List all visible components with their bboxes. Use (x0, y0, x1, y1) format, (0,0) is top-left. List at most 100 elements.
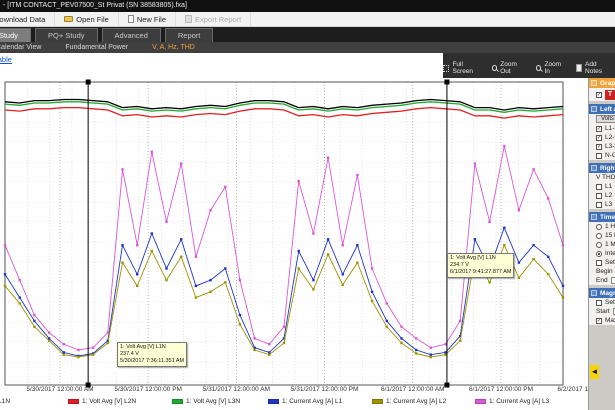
x-tick-label: 6/1/2017 12:00:00 PM (456, 386, 546, 393)
series-1 (5, 108, 563, 119)
panel-icon (591, 106, 597, 112)
full-screen-button[interactable]: Full Screen (443, 61, 482, 75)
sidebar-option-set-time[interactable]: Set Time (589, 258, 615, 267)
add-notes-button[interactable]: Add Notes (576, 61, 612, 75)
radio-button[interactable] (596, 224, 602, 230)
legend-swatch (172, 399, 183, 404)
sidebar-header-graph[interactable]: Graph (589, 78, 615, 88)
submenu-calendar-view[interactable]: Calendar View (0, 44, 53, 51)
sidebar-header-left-axis[interactable]: Left Axis (589, 104, 615, 114)
sidebar-option-l2-n[interactable]: ✓L2-N (589, 133, 615, 142)
checkbox[interactable]: ✓ (596, 126, 602, 132)
sidebar-option-l3[interactable]: L3 (589, 200, 615, 209)
sidebar-option-l1[interactable]: L1 (589, 182, 615, 191)
legend-label: 1: Volt Avg [V] L2N (82, 398, 136, 405)
sidebar-header-label: Left Axis (600, 106, 615, 113)
cursor-annotation-line: 234.7 V (450, 262, 511, 269)
sidebar-option-1-hour[interactable]: 1 Hour (589, 222, 615, 231)
sidebar-header-right-axis[interactable]: Right Axis (589, 163, 615, 173)
field-label: Begin (596, 268, 613, 275)
cursor-annotation-2[interactable]: 1: Volt Avg [V] L1N234.7 V6/1/2017 9:41:… (447, 253, 514, 278)
legend-item-1: 1: Volt Avg [V] L2N (68, 398, 136, 405)
sidebar-option-n-g[interactable]: N-G (589, 151, 615, 160)
add-notes-icon (576, 64, 582, 72)
checkbox[interactable] (596, 202, 602, 208)
panel-icon (591, 214, 597, 220)
template-checkbox[interactable]: ✓ (596, 92, 602, 98)
sidebar-template-row: ✓T (589, 88, 615, 101)
sidebar-option-l1-n[interactable]: ✓L1-N (589, 124, 615, 133)
checkbox[interactable] (596, 193, 602, 199)
new-file-button[interactable]: New File (119, 12, 176, 27)
option-label: L1 (605, 183, 612, 190)
window-title: - [ITM CONTACT_PEV07500_St Privat (SN 38… (3, 2, 187, 9)
sidebar-option-l2[interactable]: L2 (589, 191, 615, 200)
open-file-icon (64, 16, 73, 22)
zoom-in-button[interactable]: Zoom In (536, 61, 566, 75)
field-label: End (596, 277, 608, 284)
checkbox[interactable] (596, 184, 602, 190)
x-tick-label: 6/2/2017 12:00:00 AM (544, 386, 588, 393)
checkbox[interactable]: ✓ (596, 318, 602, 324)
sidebar-header-magnitude[interactable]: Magnitude (589, 288, 615, 298)
x-tick-label: 5/30/2017 12:00:00 AM (15, 386, 105, 393)
open-file-label: Open File (76, 15, 109, 24)
volts-button[interactable]: Volts (596, 115, 615, 123)
tab-advanced[interactable]: Advanced (102, 28, 161, 42)
open-file-button[interactable]: Open File (55, 12, 119, 27)
legend-label: 1: Volt Avg [V] L1N (0, 398, 10, 405)
cursor-annotation-line: 6/1/2017 9:41:27.877 AM (450, 269, 511, 276)
checkbox[interactable]: ✓ (596, 135, 602, 141)
sidebar-option-15-minutes[interactable]: 15 Minutes (589, 231, 615, 240)
sidebar-header-time[interactable]: Time (589, 212, 615, 222)
zoom-out-button[interactable]: Zoom Out (492, 61, 526, 75)
radio-button[interactable] (596, 251, 602, 257)
submenu-fundamental-power[interactable]: Fundamental Power (53, 44, 140, 51)
option-label: 1 Hour (605, 223, 615, 230)
cursor-handle-2[interactable] (444, 80, 449, 85)
radio-button[interactable] (596, 242, 602, 248)
x-axis-labels: 5/30/2017 12:00:00 AM5/30/2017 12:00:00 … (0, 386, 588, 396)
submenu-v-a-hz-thd[interactable]: V, A, Hz, THD (140, 44, 207, 51)
tab-energy-study[interactable]: Energy Study (0, 28, 31, 42)
sidebar-option-interval[interactable]: Interval (589, 249, 615, 258)
sidebar-option-max[interactable]: ✓Max (589, 316, 615, 325)
sidebar-field-start: Start (589, 307, 615, 316)
radio-button[interactable] (596, 233, 602, 239)
add-notes-label: Add Notes (585, 61, 612, 75)
checkbox[interactable] (596, 153, 602, 159)
cursor-annotation-1[interactable]: 1: Volt Avg [V] L1N237.4 V5/30/2017 7:36… (117, 342, 187, 367)
sidebar-header-label: Graph (600, 80, 615, 87)
legend-item-2: 1: Volt Avg [V] L3N (172, 398, 240, 405)
sidebar-header-label: Magnitude (600, 290, 615, 297)
legend-label: 1: Current Avg [A] L2 (386, 398, 446, 405)
legend-swatch (68, 399, 79, 404)
legend-swatch (372, 399, 383, 404)
checkbox[interactable] (596, 300, 602, 306)
sidebar-option-set-scale[interactable]: Set Scale (589, 298, 615, 307)
cursor-annotation-line: 1: Volt Avg [V] L1N (120, 344, 184, 351)
checkbox[interactable]: ✓ (596, 144, 602, 150)
download-data-button[interactable]: ▼ Download Data (0, 12, 55, 27)
chart-plot-area[interactable] (0, 78, 588, 410)
zoom-in-label: Zoom In (544, 61, 565, 75)
series-3 (5, 228, 563, 356)
tab-report[interactable]: Report (165, 28, 214, 42)
full-screen-icon (443, 65, 449, 72)
sidebar-option-1-minute[interactable]: 1 Minute (589, 240, 615, 249)
checkbox[interactable] (596, 260, 602, 266)
x-tick-label: 5/31/2017 12:00:00 PM (280, 386, 370, 393)
sidebar-option-l3-n[interactable]: ✓L3-N (589, 142, 615, 151)
end-input[interactable] (611, 277, 615, 284)
option-label: Set Scale (605, 299, 615, 306)
table-view-link[interactable]: Table (0, 55, 12, 64)
legend-item-5: 1: Current Avg [A] L3 (475, 398, 549, 405)
legend-label: 1: Current Avg [A] L3 (489, 398, 549, 405)
zoom-out-label: Zoom Out (500, 61, 526, 75)
thd-button[interactable]: T (605, 90, 615, 100)
sidebar-collapse-arrow[interactable]: ◄ (590, 365, 599, 379)
tab-pq-study[interactable]: PQ+ Study (35, 28, 97, 42)
cursor-handle-1[interactable] (86, 80, 91, 85)
trend-chart[interactable]: 5/30/2017 12:00:00 AM5/30/2017 12:00:00 … (0, 78, 588, 410)
option-label: L2-N (605, 134, 615, 141)
